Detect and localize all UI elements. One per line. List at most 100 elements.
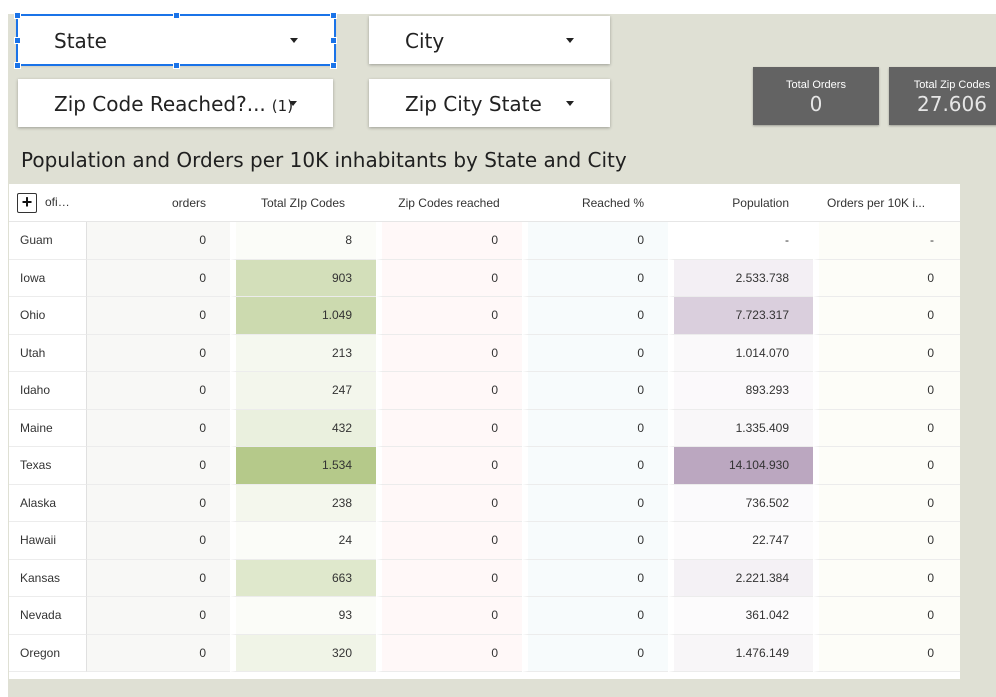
reached-pct-cell: 0 [522,372,668,410]
table-row[interactable]: Alaska 0 238 0 0 736.502 0 [9,484,960,522]
resize-handle-bottom-left[interactable] [14,62,21,69]
orders-per-10k-cell: 0 [813,334,960,372]
orders-cell: 0 [87,297,230,335]
orders-cell: 0 [87,634,230,672]
state-cell: Idaho [9,372,87,410]
column-header-population[interactable]: Population [668,184,813,222]
population-cell: 1.014.070 [668,334,813,372]
total-zip-codes-cell: 320 [230,634,376,672]
orders-per-10k-cell: 0 [813,484,960,522]
orders-per-10k-cell: 0 [813,372,960,410]
column-header-zip-codes-reached[interactable]: Zip Codes reached [376,184,522,222]
zip-reached-filter-label: Zip Code Reached?... [54,92,266,116]
resize-handle-top-right[interactable] [330,12,337,19]
resize-handle-bottom-center[interactable] [173,62,180,69]
zip-codes-reached-cell: 0 [376,334,522,372]
resize-handle-bottom-right[interactable] [330,62,337,69]
state-cell: Oregon [9,634,87,672]
total-zip-codes-cell: 432 [230,409,376,447]
table-row[interactable]: Kansas 0 663 0 0 2.221.384 0 [9,559,960,597]
zip-codes-reached-cell: 0 [376,447,522,485]
table-row[interactable]: Utah 0 213 0 0 1.014.070 0 [9,334,960,372]
orders-per-10k-cell: 0 [813,597,960,635]
total-zip-codes-cell: 663 [230,559,376,597]
state-filter[interactable]: State [16,14,336,66]
total-orders-scorecard: Total Orders 0 [753,67,879,125]
population-cell: 361.042 [668,597,813,635]
orders-cell: 0 [87,259,230,297]
zip-codes-reached-cell: 0 [376,222,522,260]
population-cell: 2.533.738 [668,259,813,297]
table-row[interactable]: Maine 0 432 0 0 1.335.409 0 [9,409,960,447]
column-header-orders-per-10k[interactable]: Orders per 10K i... [813,184,960,222]
population-cell: 2.221.384 [668,559,813,597]
column-header-total-zip-codes[interactable]: Total ZIp Codes [230,184,376,222]
resize-handle-middle-right[interactable] [330,37,337,44]
table-row[interactable]: Hawaii 0 24 0 0 22.747 0 [9,522,960,560]
state-cell: Guam [9,222,87,260]
zip-codes-reached-cell: 0 [376,597,522,635]
orders-per-10k-cell: 0 [813,559,960,597]
table-row[interactable]: Guam 0 8 0 0- - [9,222,960,260]
state-cell: Iowa [9,259,87,297]
table-body: Guam 0 8 0 0- - Iowa 0 903 0 0 2.533.738 0 Ohio 0 1.049… [9,222,960,672]
table-row[interactable]: Nevada 0 93 0 0 361.042 0 [9,597,960,635]
zip-codes-reached-cell: 0 [376,522,522,560]
total-zip-codes-label: Total Zip Codes [913,79,991,91]
population-cell: 893.293 [668,372,813,410]
orders-per-10k-cell: 0 [813,522,960,560]
orders-per-10k-cell: 0 [813,634,960,672]
pivot-table[interactable]: + oficia... orders Total ZIp Codes Zip Co… [9,184,960,679]
zip-reached-filter[interactable]: Zip Code Reached?... (1) [18,79,333,127]
resize-handle-top-left[interactable] [14,12,21,19]
table-header-row: + oficia... orders Total ZIp Codes Zip Co… [9,184,960,222]
chevron-down-icon [290,38,298,43]
table-row[interactable]: Idaho 0 247 0 0 893.293 0 [9,372,960,410]
resize-handle-middle-left[interactable] [14,37,21,44]
total-zip-codes-cell: 93 [230,597,376,635]
table-title: Population and Orders per 10K inhabitant… [21,148,627,172]
zip-codes-reached-cell: 0 [376,372,522,410]
orders-cell: 0 [87,522,230,560]
population-cell: 1.476.149 [668,634,813,672]
reached-pct-cell: 0 [522,597,668,635]
city-filter-label: City [405,29,445,53]
zip-reached-filter-count: (1) [271,97,294,115]
reached-pct-cell: 0 [522,522,668,560]
zip-codes-reached-cell: 0 [376,559,522,597]
table-row[interactable]: Ohio 0 1.049 0 0 7.723.317 0 [9,297,960,335]
table-row[interactable]: Texas 0 1.534 0 0 14.104.930 0 [9,447,960,485]
total-zip-codes-cell: 1.534 [230,447,376,485]
column-header-reached-pct[interactable]: Reached % [522,184,668,222]
table-row[interactable]: Oregon 0 320 0 0 1.476.149 0 [9,634,960,672]
column-header-state[interactable]: + oficia... [9,184,87,222]
state-cell: Hawaii [9,522,87,560]
zip-codes-reached-cell: 0 [376,259,522,297]
population-cell: - [668,222,813,260]
orders-cell: 0 [87,222,230,260]
zip-city-state-filter[interactable]: Zip City State [369,79,610,127]
reached-pct-cell: 0 [522,634,668,672]
population-cell: 14.104.930 [668,447,813,485]
total-zip-codes-cell: 24 [230,522,376,560]
resize-handle-top-center[interactable] [173,12,180,19]
population-cell: 7.723.317 [668,297,813,335]
total-zip-codes-scorecard: Total Zip Codes 27.606 [889,67,996,125]
orders-cell: 0 [87,409,230,447]
state-cell: Alaska [9,484,87,522]
table-row[interactable]: Iowa 0 903 0 0 2.533.738 0 [9,259,960,297]
orders-per-10k-cell: 0 [813,259,960,297]
orders-cell: 0 [87,597,230,635]
orders-per-10k-cell: 0 [813,409,960,447]
zip-codes-reached-cell: 0 [376,484,522,522]
plus-box-icon[interactable]: + [17,192,37,213]
orders-per-10k-cell: 0 [813,297,960,335]
column-header-orders[interactable]: orders [87,184,230,222]
state-cell: Nevada [9,597,87,635]
zip-city-state-filter-label: Zip City State [405,92,542,116]
zip-codes-reached-cell: 0 [376,297,522,335]
orders-per-10k-cell: - [813,222,960,260]
city-filter[interactable]: City [369,16,610,64]
state-filter-label: State [54,29,107,53]
reached-pct-cell: 0 [522,484,668,522]
